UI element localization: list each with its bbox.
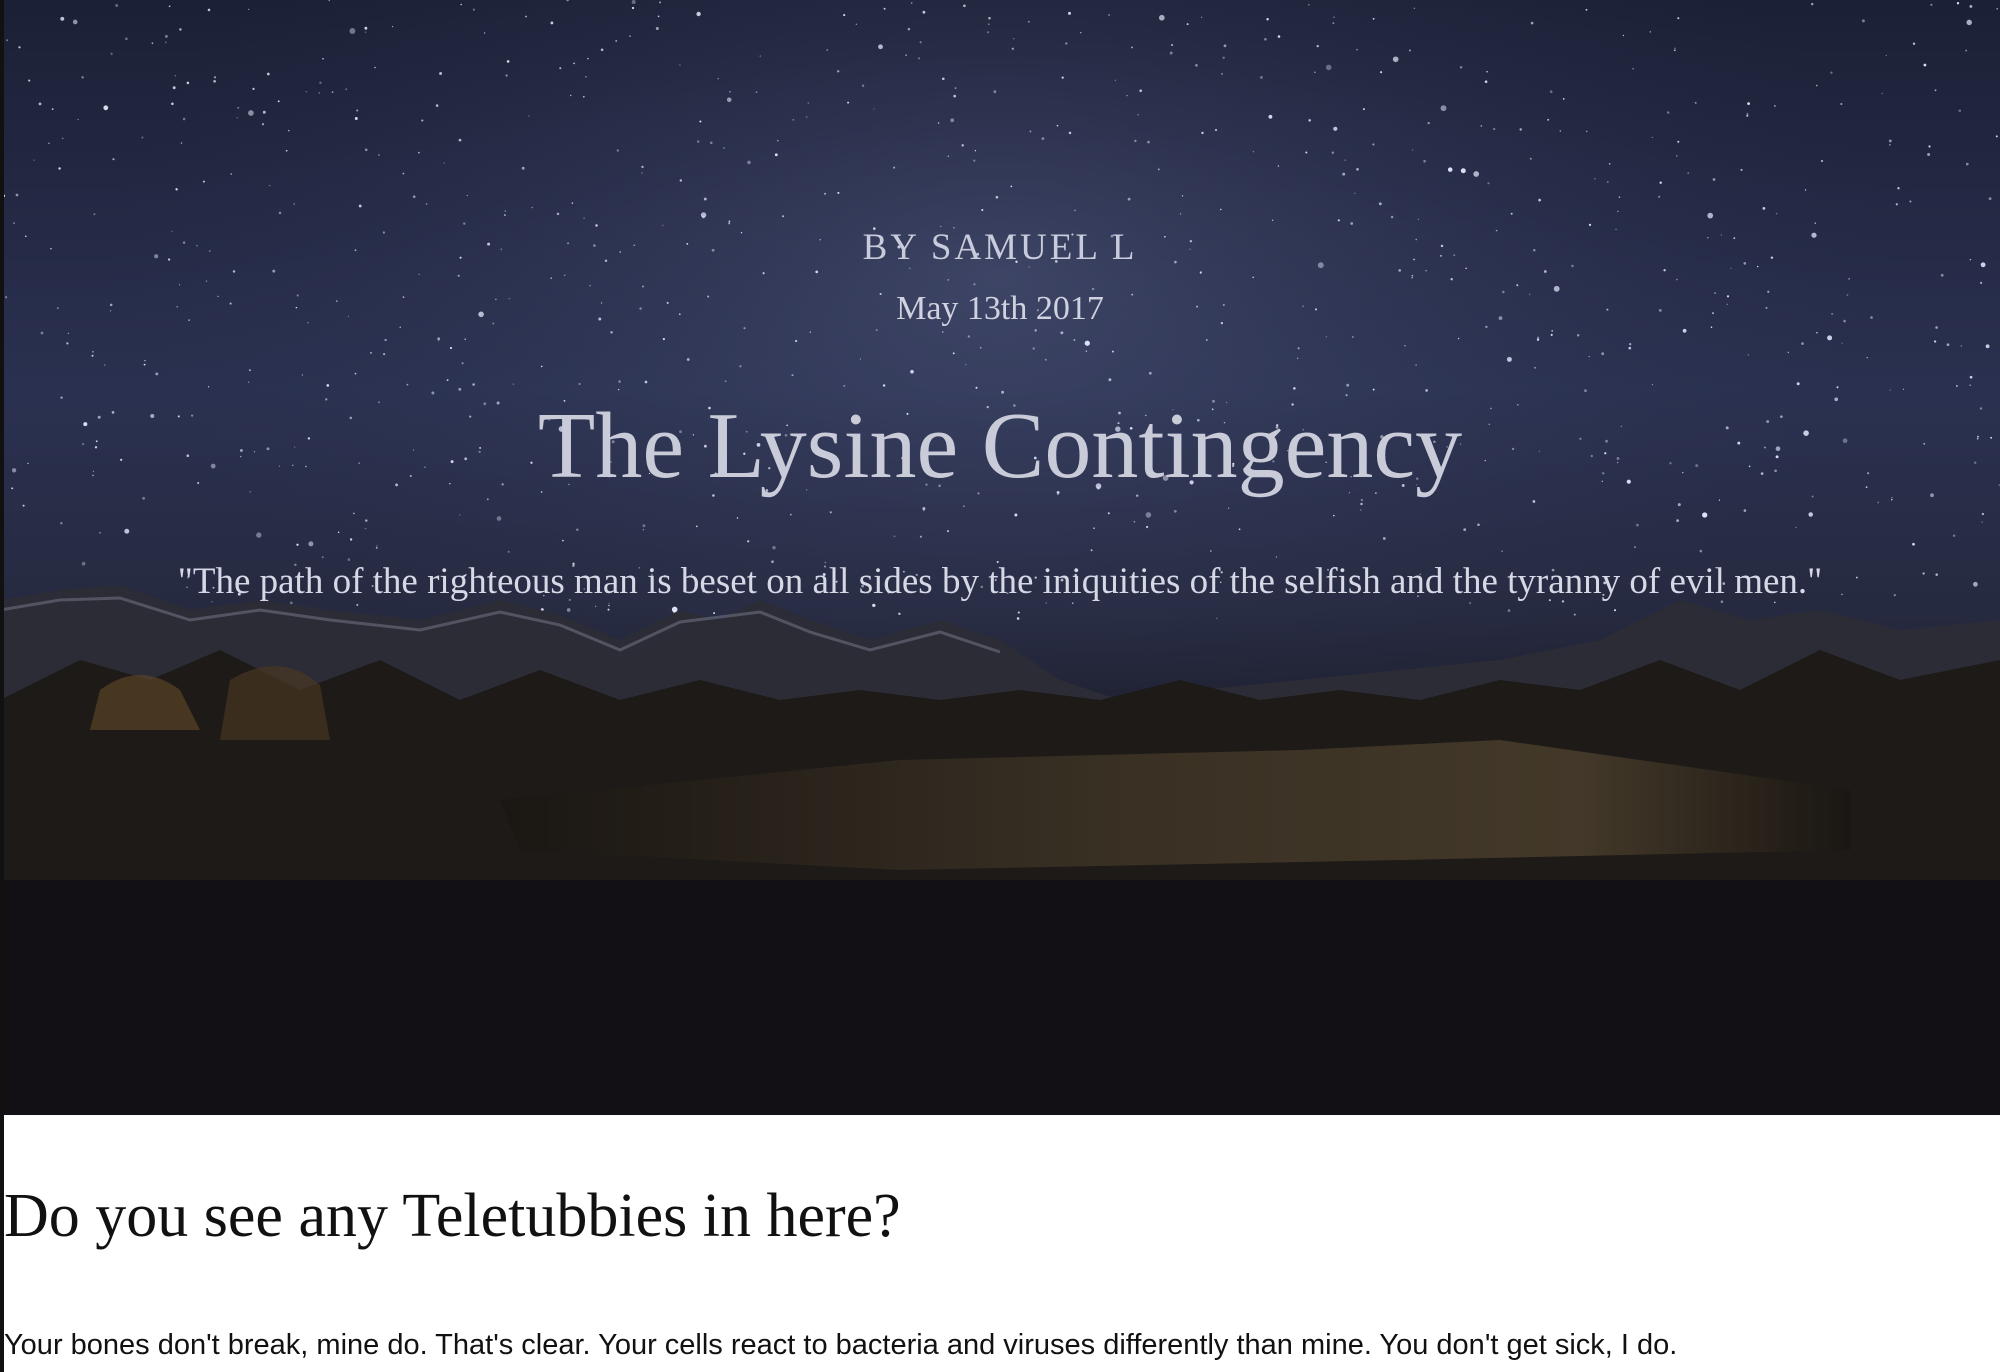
publish-date: May 13th 2017 bbox=[896, 290, 1104, 327]
hero-text-overlay: BY SAMUEL L May 13th 2017 The Lysine Con… bbox=[0, 0, 2000, 1115]
paragraph-text: Your bones don't break, mine do. That's … bbox=[4, 1329, 1678, 1361]
section-heading: Do you see any Teletubbies in here? bbox=[4, 1182, 901, 1250]
left-border bbox=[0, 0, 4, 1372]
article-content: Do you see any Teletubbies in here? Your… bbox=[0, 1115, 2000, 1372]
author-byline: BY SAMUEL L bbox=[862, 227, 1138, 268]
hero-quote: "The path of the righteous man is beset … bbox=[177, 561, 1823, 602]
page-title: The Lysine Contingency bbox=[537, 394, 1463, 498]
hero-banner: BY SAMUEL L May 13th 2017 The Lysine Con… bbox=[0, 0, 2000, 1115]
